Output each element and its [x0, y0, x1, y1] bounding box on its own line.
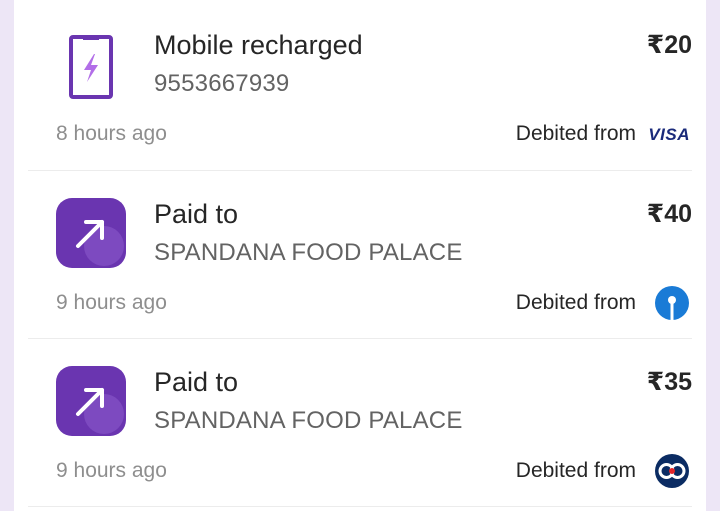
transaction-title: Paid to	[154, 199, 239, 229]
transaction-history-list: Mobile recharged 9553667939 ₹20 8 hours …	[14, 0, 706, 511]
mobile-recharge-icon	[69, 35, 113, 99]
visa-logo: VISA	[648, 125, 690, 144]
kotak-logo-icon	[655, 454, 689, 488]
transaction-time: 9 hours ago	[56, 291, 167, 314]
transaction-subtitle: 9553667939	[154, 70, 290, 97]
transaction-item[interactable]: Paid to SPANDANA FOOD PALACE ₹35 9 hours…	[28, 338, 692, 507]
transaction-time: 9 hours ago	[56, 459, 167, 482]
list-divider	[28, 506, 692, 507]
transaction-amount: ₹40	[646, 200, 692, 228]
arrow-up-right-icon	[56, 198, 126, 268]
transaction-subtitle: SPANDANA FOOD PALACE	[154, 239, 463, 266]
transaction-item[interactable]: Mobile recharged 9553667939 ₹20 8 hours …	[28, 2, 692, 170]
transaction-amount: ₹20	[646, 31, 692, 59]
debited-from-label: Debited from	[515, 459, 636, 482]
transaction-subtitle: SPANDANA FOOD PALACE	[154, 407, 463, 434]
transaction-time: 8 hours ago	[56, 122, 167, 145]
arrow-up-right-icon	[56, 366, 126, 436]
transaction-amount: ₹35	[646, 368, 692, 396]
transaction-title: Paid to	[154, 367, 239, 397]
transaction-title: Mobile recharged	[154, 30, 363, 60]
transaction-item[interactable]: Paid to SPANDANA FOOD PALACE ₹40 9 hours…	[28, 170, 692, 339]
debited-from-label: Debited from	[515, 122, 636, 145]
debited-from-label: Debited from	[515, 291, 636, 314]
sbi-logo-icon	[655, 286, 689, 320]
